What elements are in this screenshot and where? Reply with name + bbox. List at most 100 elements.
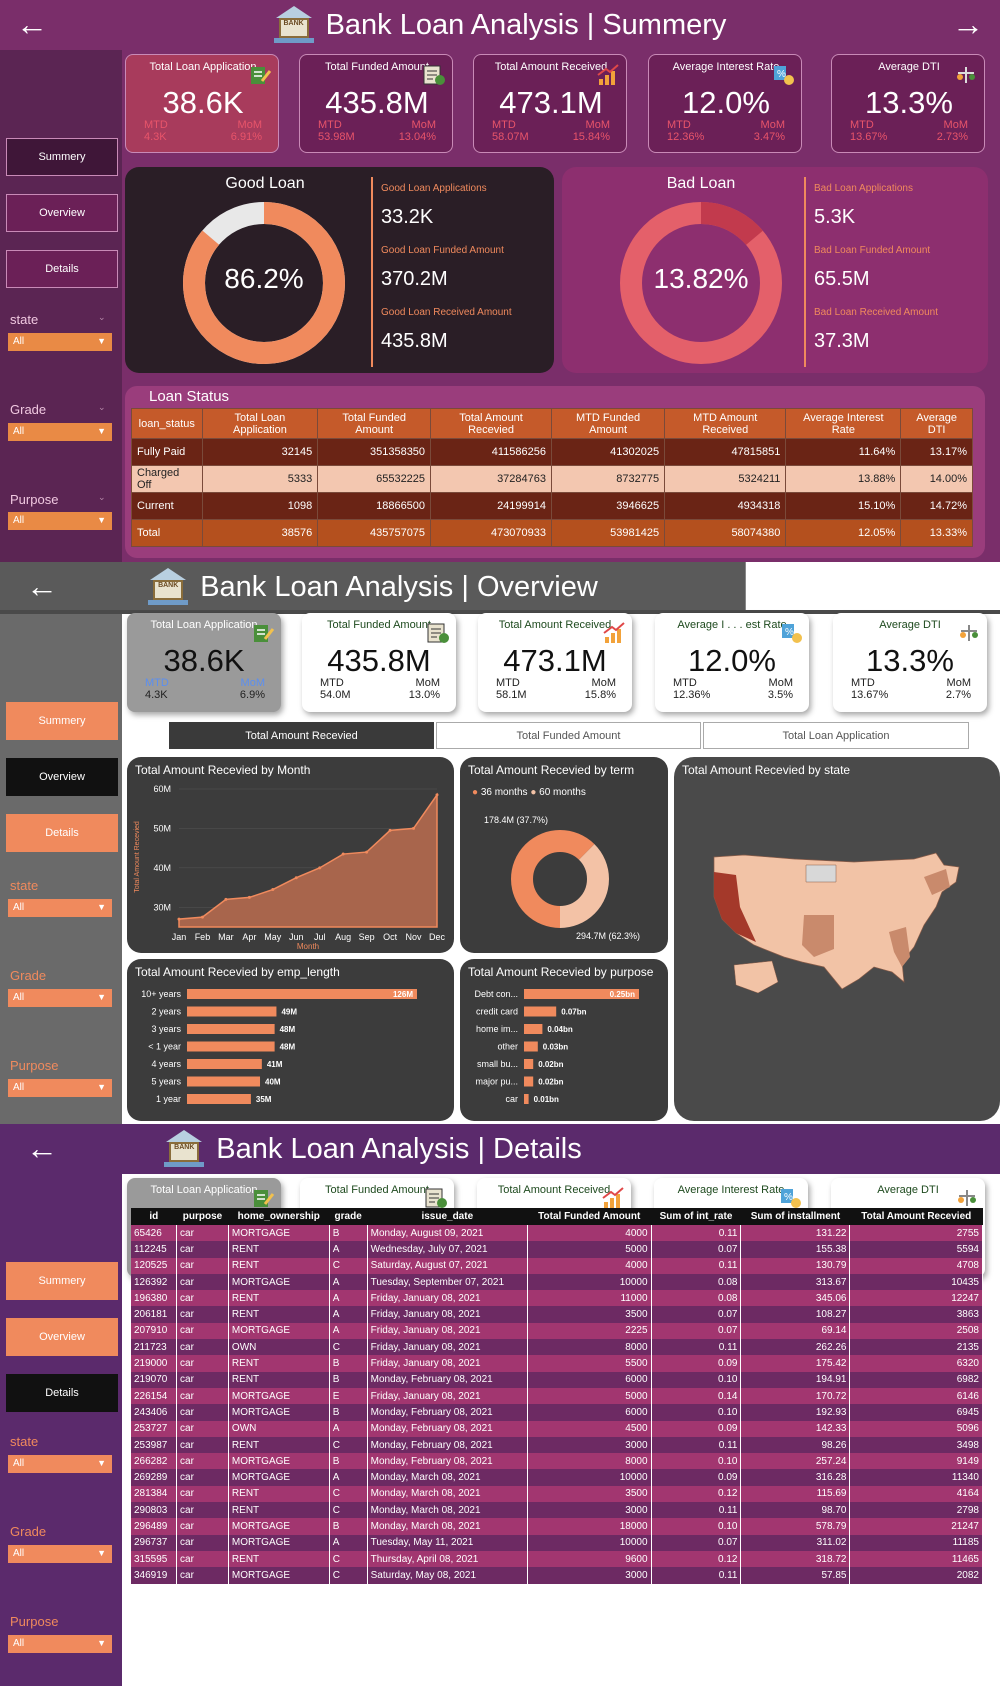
back-arrow-icon[interactable]: ← [26,1130,58,1166]
column-header[interactable]: grade [329,1208,368,1225]
table-row[interactable]: 281384 car RENT C Monday, March 08, 2021 3500… [131,1485,983,1503]
bar [524,1006,557,1017]
table-cell: MORTGAGE [228,1387,330,1405]
table-row[interactable]: 211723 car OWN C Friday, January 08, 2021 800… [131,1339,983,1356]
table-row[interactable]: 253727 car OWN A Monday, February 08, 2021 45… [131,1420,983,1437]
category-label: 10+ years [141,989,181,999]
table-cell: 155.38 [740,1241,851,1258]
loan-status-table: loan_status Total Loan Application Total… [131,408,973,547]
column-header[interactable]: home_ownership [228,1208,330,1225]
forward-arrow-icon[interactable]: → [952,6,984,42]
grade-filter-dropdown[interactable]: All ▼ [8,1545,112,1563]
column-header[interactable]: MTD Amount Received [664,408,787,439]
table-cell: Friday, January 08, 2021 [367,1322,528,1340]
state-filter-dropdown[interactable]: All ▼ [8,899,112,917]
purpose-filter-dropdown[interactable]: All ▼ [8,1079,112,1097]
chevron-icon: ⌄ [98,402,106,412]
table-cell: 2135 [849,1339,983,1356]
state-filter-dropdown[interactable]: All ▼ [8,1455,112,1473]
table-row[interactable]: 206181 car RENT A Friday, January 08, 2021 35… [131,1306,983,1323]
bank-icon: BANK [148,568,189,606]
purpose-filter-dropdown[interactable]: All ▼ [8,512,112,530]
nav-summary-button[interactable]: Summery [6,138,118,176]
tab-total-amount-received[interactable]: Total Amount Recevied [169,722,434,749]
kpi-value: 435.8M [325,85,429,120]
back-arrow-icon[interactable]: ← [26,568,58,604]
table-cell: 0.07 [651,1306,742,1323]
column-header[interactable]: Average DTI [900,408,973,439]
column-header[interactable]: Total Funded Amount [317,408,432,439]
kpi-mom: MoM 13.04% [398,119,436,143]
y-tick-label: 60M [153,784,171,794]
grade-filter-dropdown[interactable]: All ▼ [8,423,112,441]
table-row[interactable]: 126392 car MORTGAGE A Tuesday, September 07,… [131,1273,983,1291]
table-cell: 10000 [527,1273,652,1291]
x-tick-label: May [264,932,282,942]
nav-details-button[interactable]: Details [6,1374,118,1412]
column-header[interactable]: Total Funded Amount [527,1208,652,1225]
table-cell: RENT [228,1257,330,1274]
kpi-mtd: MTD4.3K [144,119,168,143]
column-header[interactable]: Total Loan Application [201,408,319,439]
nav-details-button[interactable]: Details [6,814,118,852]
column-header[interactable]: purpose [176,1208,229,1225]
table-row[interactable]: 269289 car MORTGAGE A Monday, March 08, 2021… [131,1469,983,1486]
table-row[interactable]: 112245 car RENT A Wednesday, July 07, 2021 50… [131,1241,983,1258]
column-header[interactable]: Total Amount Recevied [430,408,553,439]
table-cell: 130.79 [740,1257,851,1274]
category-label: 5 years [151,1077,181,1087]
table-row[interactable]: 253987 car RENT C Monday, February 08, 2021 3… [131,1436,983,1454]
table-row[interactable]: 207910 car MORTGAGE A Friday, January 08, 20… [131,1322,983,1340]
table-cell: car [176,1534,229,1551]
column-header[interactable]: id [131,1208,177,1225]
table-row[interactable]: 296737 car MORTGAGE A Tuesday, May 11, 2021 1… [131,1534,983,1551]
table-cell: 11185 [849,1534,983,1551]
table-row[interactable]: 290803 car RENT C Monday, March 08, 2021 3000… [131,1502,983,1519]
column-header[interactable]: Average Interest Rate [785,408,902,439]
column-header[interactable]: Sum of installment [740,1208,850,1225]
nav-overview-button[interactable]: Overview [6,758,118,796]
tab-total-funded-amount[interactable]: Total Funded Amount [436,722,701,749]
column-header[interactable]: Sum of int_rate [651,1208,741,1225]
funded-icon [427,623,449,643]
table-row[interactable]: 196380 car RENT A Friday, January 08, 2021 11… [131,1290,983,1307]
table-cell: Saturday, August 07, 2021 [367,1257,528,1274]
table-row[interactable]: 266282 car MORTGAGE B Monday, February 08, 2… [131,1453,983,1470]
column-header[interactable]: MTD Funded Amount [551,408,666,439]
table-row[interactable]: 296489 car MORTGAGE B Monday, March 08, 2021… [131,1518,983,1535]
table-cell: 112245 [131,1241,178,1258]
nav-details-button[interactable]: Details [6,250,118,288]
grade-filter-dropdown[interactable]: All ▼ [8,989,112,1007]
table-cell: 4000 [527,1225,652,1242]
table-row[interactable]: 243406 car MORTGAGE B Monday, February 08, 2… [131,1404,983,1421]
nav-summary-button[interactable]: Summery [6,702,118,740]
table-row[interactable]: 120525 car RENT C Saturday, August 07, 2021 4… [131,1257,983,1274]
column-header[interactable]: loan_status [131,408,203,439]
state-filter-dropdown[interactable]: All ▼ [8,333,112,351]
tab-total-loan-application[interactable]: Total Loan Application [703,722,969,749]
table-row[interactable]: 226154 car MORTGAGE E Friday, January 08, 20… [131,1387,983,1405]
purpose-filter-dropdown[interactable]: All ▼ [8,1635,112,1653]
details-table: id purpose home_ownership grade issue_date To… [131,1208,983,1584]
category-label: home im... [476,1024,518,1034]
bar [524,1059,534,1069]
table-cell: 0.07 [651,1534,742,1551]
table-cell: E [329,1387,368,1405]
table-row[interactable]: 219000 car RENT B Friday, January 08, 2021 55… [131,1355,983,1372]
column-header[interactable]: issue_date [367,1208,528,1225]
table-row[interactable]: 219070 car RENT B Monday, February 08, 2021 6… [131,1371,983,1388]
category-label: 4 years [151,1059,181,1069]
back-arrow-icon[interactable]: ← [16,6,48,42]
nav-overview-button[interactable]: Overview [6,194,118,232]
chevron-down-icon: ▼ [97,992,106,1002]
table-cell: 346919 [131,1567,178,1584]
nav-summary-button[interactable]: Summery [6,1262,118,1300]
table-cell: 2798 [849,1502,983,1519]
table-row[interactable]: 315595 car RENT C Thursday, April 08, 2021 96… [131,1550,983,1568]
table-row[interactable]: 346919 car MORTGAGE C Saturday, May 08, 2021… [131,1567,983,1584]
column-header[interactable]: Total Amount Recevied [849,1208,983,1225]
nav-overview-button[interactable]: Overview [6,1318,118,1356]
table-cell: MORTGAGE [228,1273,330,1291]
summary-header: ← BANK Bank Loan Analysis | Summery → [0,0,1000,50]
table-row[interactable]: 65426 car MORTGAGE B Monday, August 09, 2021… [131,1225,983,1242]
